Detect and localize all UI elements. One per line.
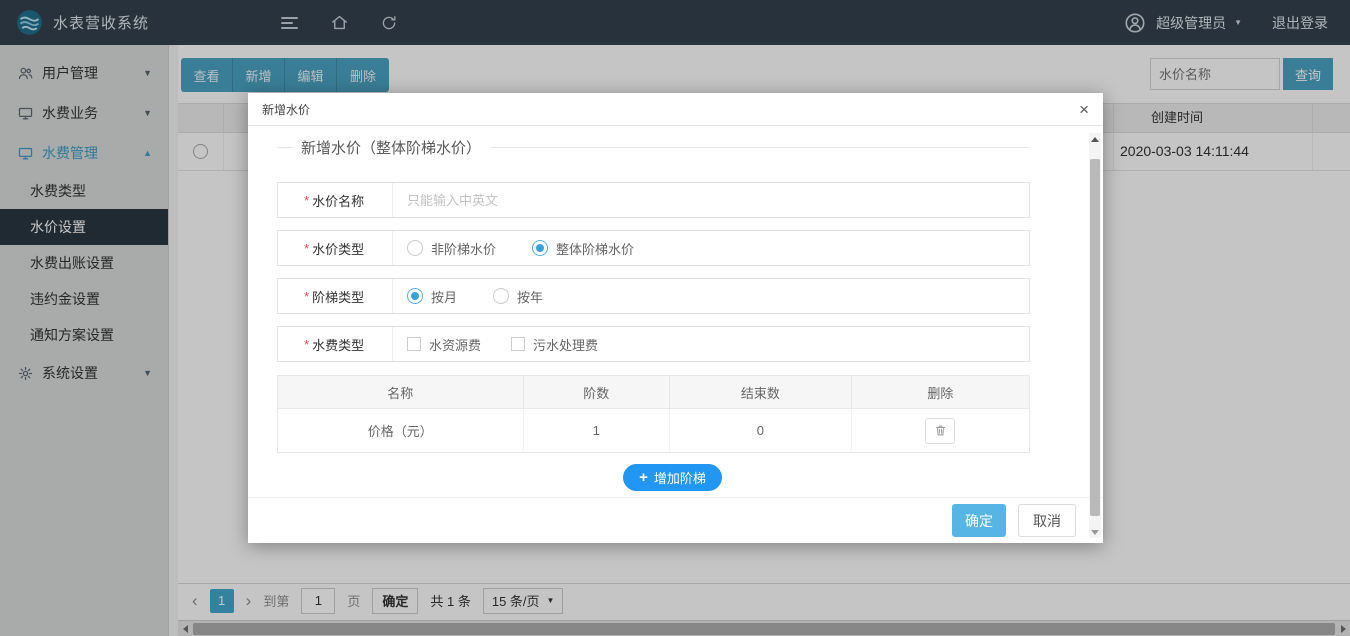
modal-scrollbar[interactable] [1089,133,1101,538]
tier-table-row: 价格（元） 1 0 [278,408,1029,452]
checkbox-icon[interactable] [407,337,421,351]
plus-icon: + [639,470,648,485]
required-asterisk: * [304,289,309,304]
scroll-down-arrow-icon[interactable] [1089,526,1101,538]
required-asterisk: * [304,241,309,256]
app-page: 水表营收系统 超级管理员 ▼ 退出登录 [0,0,1350,636]
fee-type-label: 水费类型 [312,335,364,354]
tier-type-row: * 阶梯类型 按月 按年 [277,278,1030,314]
checkbox-sewage-treatment-fee[interactable]: 污水处理费 [511,335,598,354]
tier-table: 名称 阶数 结束数 删除 价格（元） 1 0 [277,375,1030,453]
modal-section-title: 新增水价（整体阶梯水价） [277,136,1030,158]
tier-col-end: 结束数 [670,376,852,408]
radio-overall-tiered-price[interactable]: 整体阶梯水价 [532,239,634,258]
modal-title: 新增水价 [262,101,310,118]
add-tier-button[interactable]: + 增加阶梯 [623,464,722,491]
required-asterisk: * [304,337,309,352]
trash-icon [934,424,947,437]
radio-non-tiered-price[interactable]: 非阶梯水价 [407,239,496,258]
price-type-label: 水价类型 [312,239,364,258]
radio-icon[interactable] [407,240,423,256]
modal-header: 新增水价 × [248,93,1103,126]
add-water-price-modal: 新增水价 × 新增水价（整体阶梯水价） * 水价名称 * 水价类型 [248,93,1103,543]
tier-table-header: 名称 阶数 结束数 删除 [278,376,1029,408]
tier-row-end[interactable]: 0 [670,409,852,452]
modal-footer: 确定 取消 [248,497,1103,543]
required-asterisk: * [304,193,309,208]
checkbox-icon[interactable] [511,337,525,351]
radio-by-month[interactable]: 按月 [407,287,457,306]
delete-tier-button[interactable] [925,418,955,444]
tier-col-delete: 删除 [852,376,1029,408]
tier-col-step: 阶数 [524,376,670,408]
confirm-button[interactable]: 确定 [952,504,1006,537]
radio-by-year[interactable]: 按年 [493,287,543,306]
modal-scrollbar-thumb[interactable] [1090,159,1100,516]
tier-row-name: 价格（元） [278,409,524,452]
price-name-row: * 水价名称 [277,182,1030,218]
checkbox-water-resource-fee[interactable]: 水资源费 [407,335,481,354]
tier-type-label: 阶梯类型 [312,287,364,306]
radio-selected-icon[interactable] [407,288,423,304]
price-type-row: * 水价类型 非阶梯水价 整体阶梯水价 [277,230,1030,266]
radio-selected-icon[interactable] [532,240,548,256]
scroll-up-arrow-icon[interactable] [1089,133,1101,145]
price-name-input[interactable] [407,193,967,208]
close-icon[interactable]: × [1079,101,1089,118]
modal-body: 新增水价（整体阶梯水价） * 水价名称 * 水价类型 非阶梯水价 [248,126,1103,491]
radio-icon[interactable] [493,288,509,304]
fee-type-row: * 水费类型 水资源费 污水处理费 [277,326,1030,362]
tier-col-name: 名称 [278,376,524,408]
tier-row-step[interactable]: 1 [524,409,670,452]
cancel-button[interactable]: 取消 [1018,504,1076,537]
price-name-label: 水价名称 [312,191,364,210]
